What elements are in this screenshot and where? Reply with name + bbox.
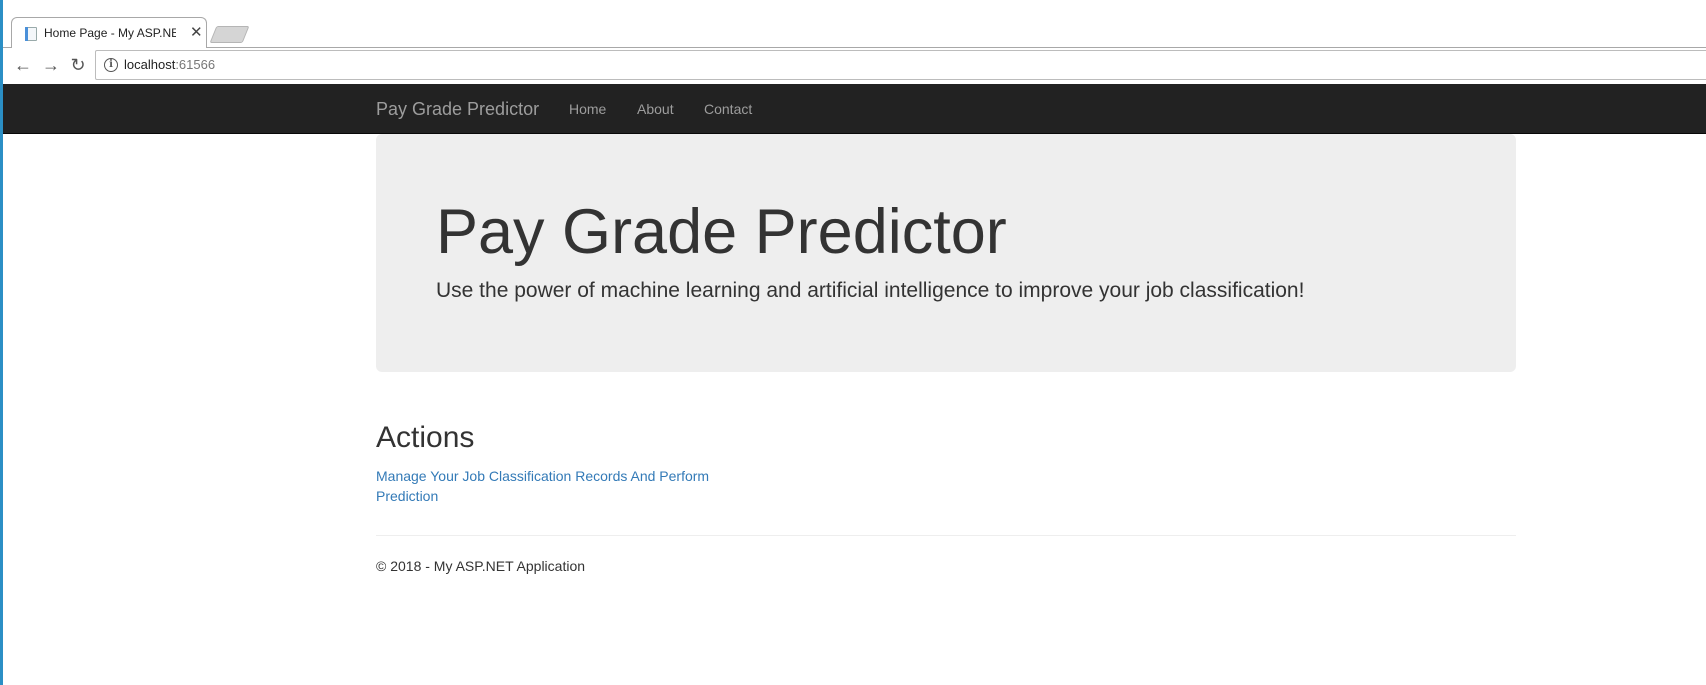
page-title: Pay Grade Predictor xyxy=(436,197,1007,267)
url-text: localhost:61566 xyxy=(124,57,215,72)
nav-link-about[interactable]: About xyxy=(637,101,674,117)
back-arrow-icon[interactable]: ← xyxy=(11,53,35,77)
actions-heading: Actions xyxy=(376,421,475,454)
tab-title: Home Page - My ASP.NE xyxy=(44,26,176,40)
browser-toolbar: ← → ↻ i localhost:61566 xyxy=(3,48,1706,84)
manage-records-link[interactable]: Manage Your Job Classification Records A… xyxy=(376,466,721,506)
close-tab-icon[interactable]: ✕ xyxy=(190,23,203,41)
nav-link-contact[interactable]: Contact xyxy=(704,101,752,117)
reload-icon[interactable]: ↻ xyxy=(66,53,90,77)
forward-arrow-icon[interactable]: → xyxy=(39,53,63,77)
new-tab-button[interactable] xyxy=(209,26,250,43)
browser-tab[interactable]: Home Page - My ASP.NE ✕ xyxy=(11,17,207,48)
url-port: :61566 xyxy=(175,57,216,72)
address-bar[interactable]: i localhost:61566 xyxy=(95,50,1706,80)
footer-text: © 2018 - My ASP.NET Application xyxy=(376,558,586,574)
site-navbar: Pay Grade Predictor Home About Contact xyxy=(3,84,1706,134)
info-icon[interactable]: i xyxy=(104,58,118,72)
jumbotron: Pay Grade Predictor Use the power of mac… xyxy=(376,134,1516,372)
nav-link-home[interactable]: Home xyxy=(569,101,606,117)
tab-strip: Home Page - My ASP.NE ✕ xyxy=(3,0,1706,48)
footer-divider xyxy=(376,535,1516,536)
page-favicon-icon xyxy=(25,27,37,41)
url-host: localhost xyxy=(124,57,176,72)
navbar-brand[interactable]: Pay Grade Predictor xyxy=(376,99,539,120)
browser-chrome: Home Page - My ASP.NE ✕ ← → ↻ i localhos… xyxy=(3,0,1706,84)
lead-text: Use the power of machine learning and ar… xyxy=(436,279,1305,302)
